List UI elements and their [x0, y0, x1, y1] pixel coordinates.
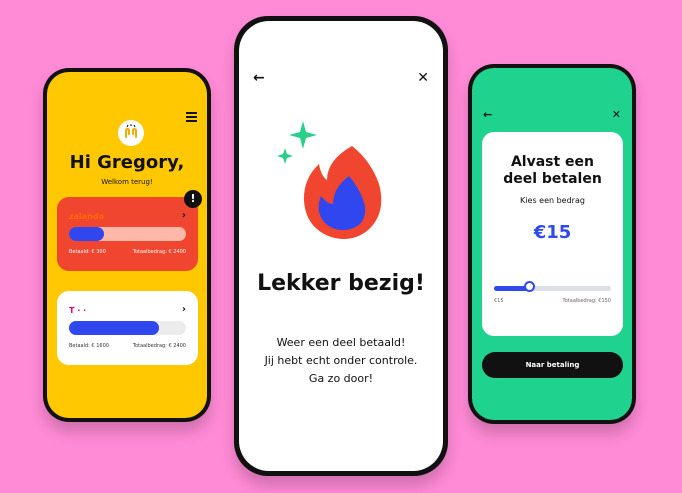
progress-fill — [69, 227, 105, 241]
flame-icon — [277, 121, 382, 239]
success-phone: ← ✕ Lekker bezig! Weer een deel betaald!… — [234, 16, 448, 476]
chevron-right-icon: › — [181, 304, 186, 315]
paid-amount: Betaald: € 1600 — [69, 343, 109, 349]
zalando-payment-card[interactable]: zalando › Betaald: € 300 Totaalbedrag: €… — [57, 197, 198, 271]
paid-amount: Betaald: € 300 — [69, 249, 106, 255]
slider-labels: €15 Totaalbedrag: €150 — [494, 298, 611, 304]
success-title: Lekker bezig! — [257, 271, 425, 296]
partial-payment-screen: ← ✕ Alvast een deel betalen Kies een bed… — [472, 68, 632, 420]
message-line-3: Ga zo door! — [308, 372, 374, 385]
chevron-right-icon: › — [181, 210, 186, 221]
message-line-2: Jij hebt echt onder controle. — [264, 354, 418, 367]
zalando-logo: zalando — [69, 212, 105, 221]
sparkle-large — [289, 121, 317, 149]
home-screen: Hi Gregory, Welkom terug! zalando › Beta… — [47, 72, 207, 418]
close-icon[interactable]: ✕ — [612, 108, 621, 122]
progress-bar — [69, 321, 186, 335]
telekom-payment-card[interactable]: T · · › Betaald: € 1600 Totaalbedrag: € … — [57, 291, 198, 365]
greeting: Hi Gregory, — [69, 152, 185, 173]
amount-card: Alvast een deel betalen Kies een bedrag … — [482, 132, 623, 336]
progress-bar — [69, 227, 186, 241]
back-arrow-icon[interactable]: ← — [253, 71, 265, 85]
amount-slider[interactable] — [494, 281, 611, 292]
total-amount: Totaalbedrag: € 2400 — [132, 343, 186, 349]
close-icon[interactable]: ✕ — [417, 71, 429, 85]
slider-min-label: €15 — [494, 298, 504, 304]
amount-subtitle: Kies een bedrag — [520, 196, 585, 205]
selected-amount: €15 — [533, 222, 572, 243]
home-phone: Hi Gregory, Welkom terug! zalando › Beta… — [43, 68, 211, 422]
slider-max-label: Totaalbedrag: €150 — [562, 298, 611, 304]
title-line-1: Alvast een — [510, 154, 595, 170]
card-meta: Betaald: € 300 Totaalbedrag: € 2400 — [69, 249, 186, 255]
total-amount: Totaalbedrag: € 2400 — [132, 249, 186, 255]
back-arrow-icon[interactable]: ← — [483, 108, 492, 122]
slider-handle[interactable] — [524, 281, 536, 292]
sparkle-small — [277, 148, 293, 164]
success-screen: ← ✕ Lekker bezig! Weer een deel betaald!… — [239, 21, 443, 471]
waving-hands-icon[interactable] — [118, 120, 144, 146]
amount-card-title: Alvast een deel betalen — [482, 154, 623, 188]
pay-button[interactable]: Naar betaling — [482, 352, 623, 378]
alert-badge[interactable]: ! — [184, 190, 202, 208]
message-line-1: Weer een deel betaald! — [276, 336, 406, 349]
hamburger-menu-icon[interactable] — [186, 112, 197, 122]
card-meta: Betaald: € 1600 Totaalbedrag: € 2400 — [69, 343, 186, 349]
title-line-2: deel betalen — [503, 171, 602, 187]
telekom-logo: T · · — [69, 306, 87, 315]
progress-fill — [69, 321, 160, 335]
partial-payment-phone: ← ✕ Alvast een deel betalen Kies een bed… — [468, 64, 636, 424]
welcome-text: Welkom terug! — [101, 178, 153, 186]
